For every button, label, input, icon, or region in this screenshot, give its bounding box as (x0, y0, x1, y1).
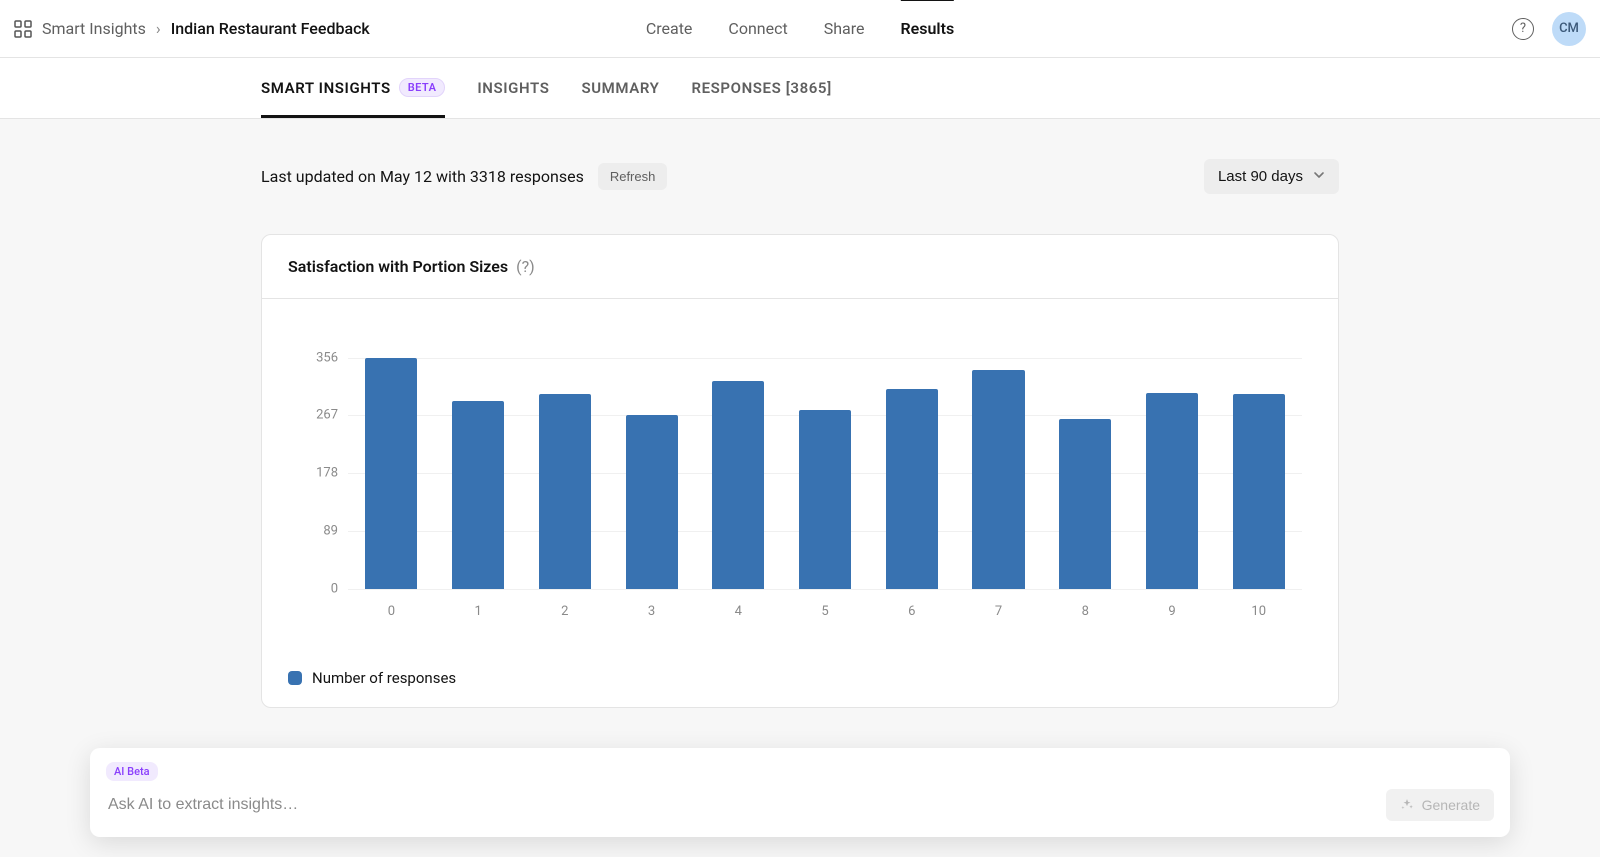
chevron-down-icon (1313, 168, 1325, 185)
bar-slot: 1 (435, 329, 522, 589)
help-icon[interactable]: ? (1512, 18, 1534, 40)
tab-label: RESPONSES [3865] (691, 79, 831, 97)
chart-title: Satisfaction with Portion Sizes (288, 257, 508, 276)
primary-nav: Create Connect Share Results (646, 1, 954, 56)
tab-label: SUMMARY (581, 79, 659, 97)
tab-smart-insights[interactable]: SMART INSIGHTS BETA (261, 58, 445, 118)
generate-label: Generate (1422, 797, 1480, 813)
x-axis-tick: 9 (1129, 604, 1216, 619)
breadcrumb: Smart Insights › Indian Restaurant Feedb… (14, 19, 370, 38)
x-axis-tick: 8 (1042, 604, 1129, 619)
x-axis-tick: 0 (348, 604, 435, 619)
nav-connect[interactable]: Connect (728, 1, 787, 56)
avatar[interactable]: CM (1552, 12, 1586, 46)
bar-slot: 4 (695, 329, 782, 589)
x-axis-tick: 7 (955, 604, 1042, 619)
date-range-select[interactable]: Last 90 days (1204, 159, 1339, 194)
ai-prompt-bar: AI Beta Generate (90, 748, 1510, 837)
topbar: Smart Insights › Indian Restaurant Feedb… (0, 0, 1600, 58)
subtabs: SMART INSIGHTS BETA INSIGHTS SUMMARY RES… (0, 58, 1600, 119)
bar-chart: 089178267356012345678910 (288, 329, 1312, 629)
bar[interactable] (886, 389, 938, 589)
ai-beta-badge: AI Beta (106, 762, 158, 781)
bar-slot: 7 (955, 329, 1042, 589)
bar-slot: 6 (868, 329, 955, 589)
nav-create[interactable]: Create (646, 1, 693, 56)
y-axis-tick: 267 (294, 408, 338, 423)
chart-wrap: 089178267356012345678910 Number of respo… (262, 299, 1338, 707)
ai-prompt-input[interactable] (106, 795, 1370, 815)
bar[interactable] (1059, 419, 1111, 589)
y-axis-tick: 178 (294, 466, 338, 481)
chart-legend: Number of responses (288, 669, 1312, 687)
bar-slot: 0 (348, 329, 435, 589)
tab-insights[interactable]: INSIGHTS (477, 58, 549, 118)
content: Last updated on May 12 with 3318 respons… (261, 119, 1339, 848)
nav-share[interactable]: Share (824, 1, 865, 56)
apps-grid-icon[interactable] (14, 20, 32, 38)
bar[interactable] (452, 401, 504, 590)
topbar-right: ? CM (1512, 12, 1586, 46)
x-axis-tick: 2 (521, 604, 608, 619)
tab-label: INSIGHTS (477, 79, 549, 97)
y-axis-tick: 89 (294, 524, 338, 539)
chart-card-header: Satisfaction with Portion Sizes (?) (262, 235, 1338, 299)
bar[interactable] (972, 370, 1024, 589)
bar-slot: 8 (1042, 329, 1129, 589)
x-axis-tick: 4 (695, 604, 782, 619)
breadcrumb-current: Indian Restaurant Feedback (171, 19, 370, 38)
bar[interactable] (799, 410, 851, 589)
x-axis-tick: 10 (1215, 604, 1302, 619)
bar[interactable] (1233, 394, 1285, 589)
x-axis-tick: 5 (782, 604, 869, 619)
bar-slot: 5 (782, 329, 869, 589)
bar[interactable] (539, 394, 591, 589)
x-axis-tick: 3 (608, 604, 695, 619)
bar-slot: 3 (608, 329, 695, 589)
x-axis-tick: 6 (868, 604, 955, 619)
y-axis-tick: 356 (294, 350, 338, 365)
nav-results[interactable]: Results (901, 0, 955, 56)
bars-container: 012345678910 (348, 329, 1302, 589)
y-axis-tick: 0 (294, 582, 338, 597)
generate-button[interactable]: Generate (1386, 789, 1494, 821)
bar-slot: 2 (521, 329, 608, 589)
beta-badge: BETA (399, 78, 446, 97)
chart-card: Satisfaction with Portion Sizes (?) 0891… (261, 234, 1339, 708)
legend-swatch (288, 671, 302, 685)
tab-summary[interactable]: SUMMARY (581, 58, 659, 118)
sparkle-icon (1400, 798, 1414, 812)
grid-line (348, 589, 1302, 590)
chart-help-icon[interactable]: (?) (516, 257, 535, 276)
bar[interactable] (712, 381, 764, 589)
breadcrumb-root[interactable]: Smart Insights (42, 19, 146, 38)
bar[interactable] (626, 415, 678, 589)
date-range-label: Last 90 days (1218, 168, 1303, 185)
last-updated-text: Last updated on May 12 with 3318 respons… (261, 167, 584, 186)
x-axis-tick: 1 (435, 604, 522, 619)
chevron-right-icon: › (156, 19, 161, 38)
bar-slot: 10 (1215, 329, 1302, 589)
tab-label: SMART INSIGHTS (261, 79, 391, 97)
legend-label: Number of responses (312, 669, 456, 687)
bar[interactable] (365, 358, 417, 589)
tab-responses[interactable]: RESPONSES [3865] (691, 58, 831, 118)
bar-slot: 9 (1129, 329, 1216, 589)
refresh-button[interactable]: Refresh (598, 163, 668, 190)
status-row: Last updated on May 12 with 3318 respons… (261, 159, 1339, 194)
bar[interactable] (1146, 393, 1198, 589)
